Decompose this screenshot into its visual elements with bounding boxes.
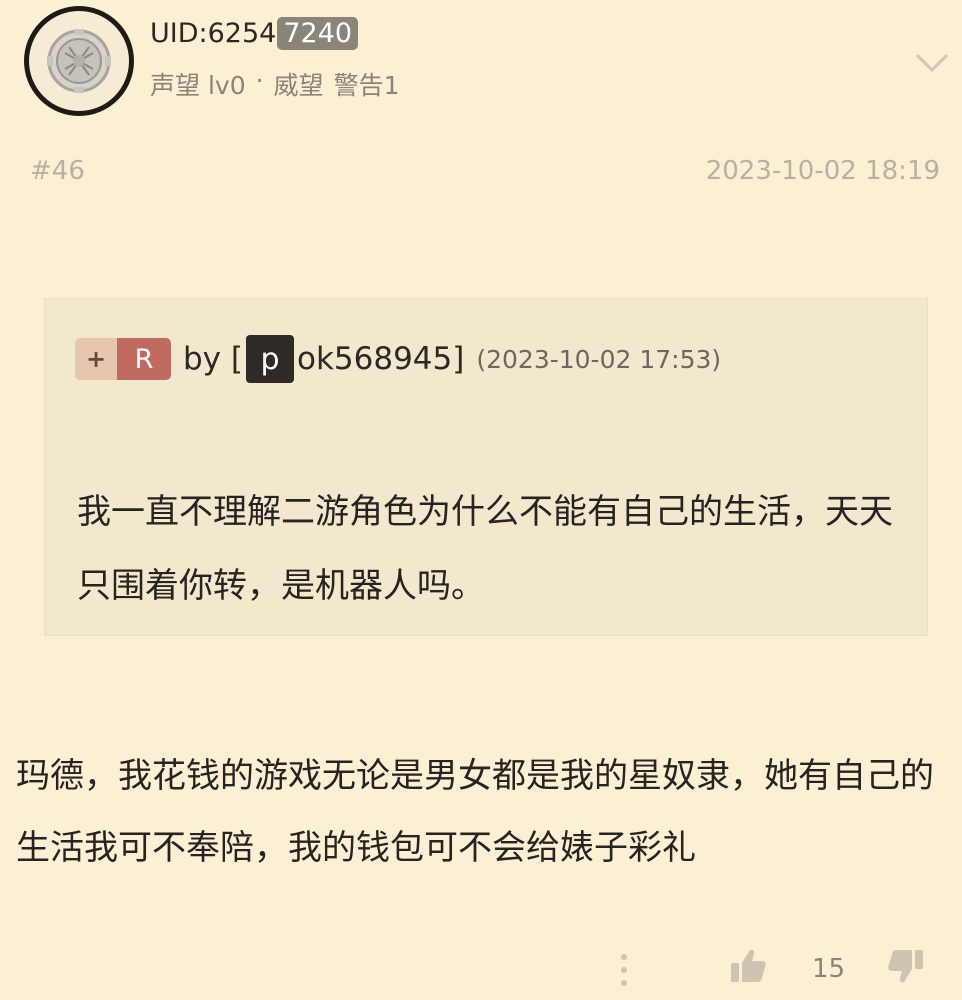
quote-timestamp: (2023-10-02 17:53) xyxy=(476,344,722,374)
thumbs-up-icon[interactable] xyxy=(728,946,768,986)
reply-badge[interactable]: + R xyxy=(75,338,171,380)
by-label: by [ xyxy=(183,341,243,377)
more-options-icon[interactable] xyxy=(618,950,630,990)
reply-body: 玛德，我花钱的游戏无论是男女都是我的星奴隶，她有自己的生活我可不奉陪，我的钱包可… xyxy=(16,756,934,868)
quoted-post: + R by [p ok568945] (2023-10-02 17:53) 我一… xyxy=(44,298,928,636)
plus-label: + xyxy=(75,338,117,380)
uid-prefix: UID:6254 xyxy=(150,17,277,49)
meta-separator: · xyxy=(255,66,264,95)
user-uid[interactable]: UID:6254 7240 xyxy=(150,14,359,52)
post-timestamp: 2023-10-02 18:19 xyxy=(705,156,940,186)
like-count: 15 xyxy=(812,954,846,984)
redacted-char: p xyxy=(245,335,294,383)
quote-body: 我一直不理解二游角色为什么不能有自己的生活，天天只围着你转，是机器人吗。 xyxy=(77,492,893,606)
quote-header: + R by [p ok568945] (2023-10-02 17:53) xyxy=(75,335,722,383)
user-meta: 声望 lv0 · 威望 警告1 xyxy=(150,66,399,102)
chevron-down-icon[interactable] xyxy=(914,48,950,76)
post-page: UID:6254 7240 声望 lv0 · 威望 警告1 #46 2023-10… xyxy=(0,0,962,1000)
reply-r-label: R xyxy=(117,338,171,380)
reputation-label: 声望 lv0 xyxy=(150,71,246,100)
avatar-default-icon xyxy=(47,29,111,93)
prestige-label: 威望 xyxy=(273,71,324,100)
uid-highlight: 7240 xyxy=(277,16,359,50)
warning-label: 警告1 xyxy=(333,71,400,100)
quote-author[interactable]: by [p ok568945] xyxy=(183,335,464,383)
user-avatar[interactable] xyxy=(24,6,134,116)
thumbs-down-icon[interactable] xyxy=(886,946,926,986)
author-name: ok568945] xyxy=(296,341,465,377)
floor-number: #46 xyxy=(30,156,85,186)
